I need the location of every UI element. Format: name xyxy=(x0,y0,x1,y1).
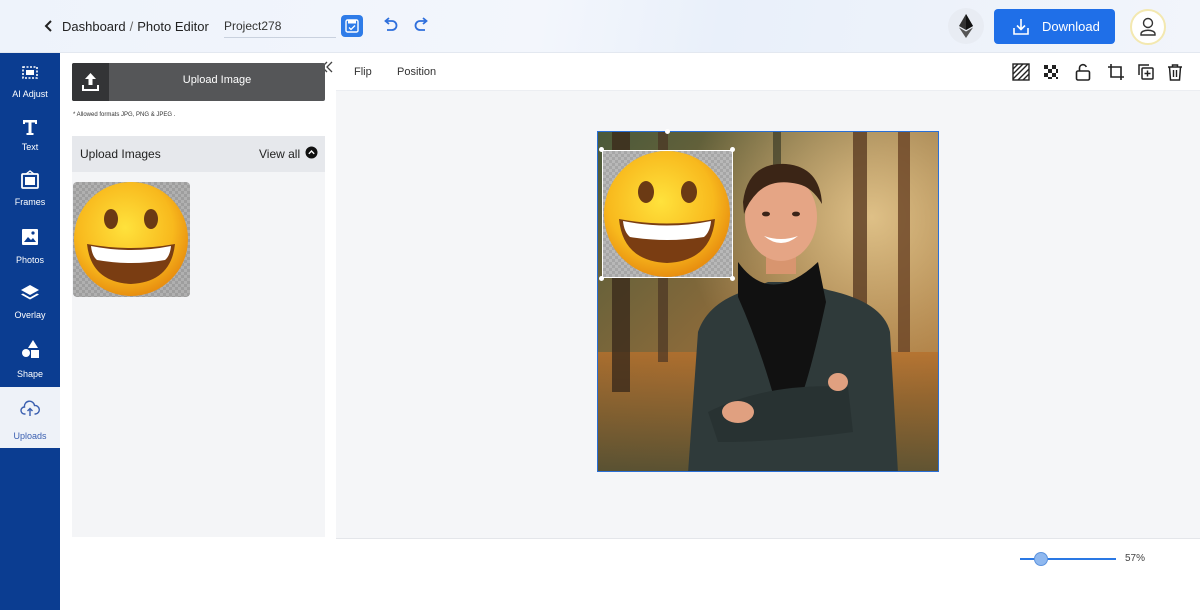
user-icon xyxy=(1140,17,1156,36)
emoji-sticker-layer[interactable] xyxy=(602,150,733,278)
user-avatar[interactable] xyxy=(1130,9,1166,45)
zoom-slider-thumb[interactable] xyxy=(1034,552,1048,566)
nav-item-frames[interactable]: Frames xyxy=(0,164,60,222)
resize-handle-top-right[interactable] xyxy=(730,147,735,152)
cloud-upload-icon xyxy=(20,400,40,416)
upload-icon xyxy=(82,73,99,91)
breadcrumb: Dashboard / Photo Editor xyxy=(62,19,209,34)
nav-item-overlay[interactable]: Overlay xyxy=(0,278,60,336)
nav-label-photos: Photos xyxy=(15,255,45,265)
left-navigation: AI Adjust Text Frames Photos Overlay Sha… xyxy=(0,53,60,610)
ai-adjust-icon xyxy=(22,66,38,79)
nav-label-shape: Shape xyxy=(16,369,44,379)
breadcrumb-current: Photo Editor xyxy=(137,19,209,34)
grinning-emoji-icon xyxy=(604,151,730,277)
resize-handle-top-left[interactable] xyxy=(599,147,604,152)
resize-handle-bottom-left[interactable] xyxy=(599,276,604,281)
checkerboard-icon[interactable] xyxy=(1042,63,1060,81)
trash-icon[interactable] xyxy=(1166,63,1184,81)
flip-button[interactable]: Flip xyxy=(354,66,372,78)
download-icon xyxy=(1013,19,1029,35)
view-all-link[interactable]: View all xyxy=(259,147,300,161)
breadcrumb-dashboard[interactable]: Dashboard xyxy=(62,19,126,34)
position-button[interactable]: Position xyxy=(397,66,436,78)
frames-icon xyxy=(21,170,39,189)
text-icon xyxy=(23,120,37,135)
nav-label-uploads: Uploads xyxy=(13,431,47,441)
project-name-field[interactable]: Project278 xyxy=(224,18,336,38)
nav-label-ai-adjust: AI Adjust xyxy=(12,89,48,99)
chevron-up-icon[interactable] xyxy=(305,146,318,159)
undo-icon[interactable] xyxy=(380,15,400,35)
nav-item-shape[interactable]: Shape xyxy=(0,333,60,391)
download-label: Download xyxy=(1042,19,1100,34)
crop-icon[interactable] xyxy=(1107,63,1125,81)
grinning-emoji-icon xyxy=(74,182,188,296)
resize-handle-bottom-right[interactable] xyxy=(730,276,735,281)
ethereum-icon[interactable] xyxy=(948,8,984,44)
nav-item-ai-adjust[interactable]: AI Adjust xyxy=(0,53,60,111)
download-button[interactable]: Download xyxy=(994,9,1115,44)
breadcrumb-separator: / xyxy=(129,19,134,34)
uploads-section-title: Upload Images xyxy=(80,147,161,161)
uploads-section-header: Upload Images View all xyxy=(72,136,325,172)
zoom-level: 57% xyxy=(1125,553,1146,564)
photos-icon xyxy=(22,229,38,245)
layers-icon xyxy=(21,285,39,300)
nav-item-photos[interactable]: Photos xyxy=(0,222,60,280)
nav-label-overlay: Overlay xyxy=(14,310,46,320)
redo-icon[interactable] xyxy=(412,15,432,35)
upload-image-label: Upload Image xyxy=(182,74,252,86)
edit-toolbar: Flip Position xyxy=(336,53,1200,91)
duplicate-icon[interactable] xyxy=(1137,63,1155,81)
back-arrow-icon[interactable] xyxy=(42,18,56,34)
editor-footer xyxy=(336,538,1200,610)
save-icon xyxy=(345,19,359,33)
uploaded-image-thumbnail[interactable] xyxy=(73,182,190,297)
allowed-formats-note: * Allowed formats JPG, PNG & JPEG . xyxy=(73,112,176,118)
save-button[interactable] xyxy=(341,15,363,37)
nav-label-frames: Frames xyxy=(14,197,46,207)
unlock-icon[interactable] xyxy=(1074,63,1092,81)
nav-item-text[interactable]: Text xyxy=(0,111,60,169)
canvas-handle-top[interactable] xyxy=(665,129,670,134)
upload-image-button[interactable]: Upload Image xyxy=(72,63,325,101)
nav-label-text: Text xyxy=(21,142,39,152)
transparency-icon[interactable] xyxy=(1012,63,1030,81)
nav-item-uploads[interactable]: Uploads xyxy=(0,387,60,448)
shape-icon xyxy=(22,340,39,358)
upload-icon-box xyxy=(72,63,109,101)
